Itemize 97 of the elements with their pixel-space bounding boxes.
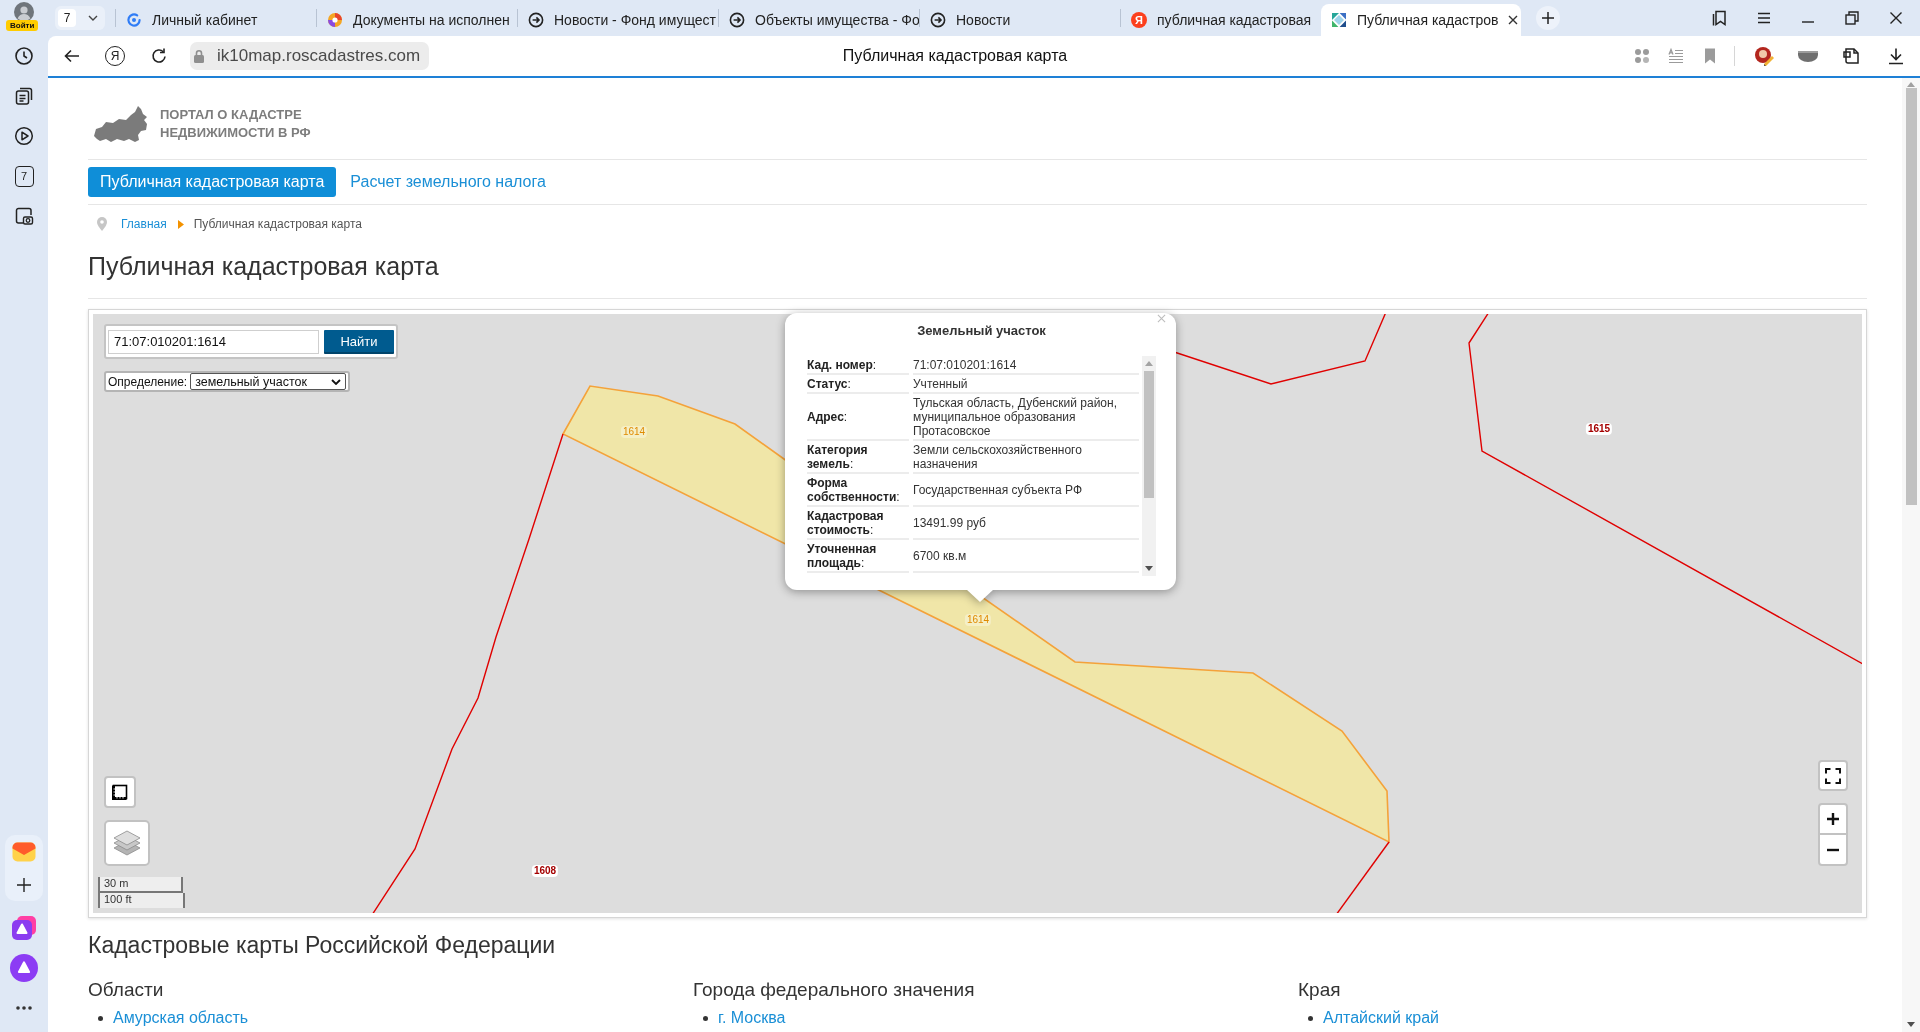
browser-tab[interactable]: Личный кабинет [116, 4, 316, 36]
region-link[interactable]: Амурская область [113, 1008, 249, 1028]
field-label: Статус: [807, 375, 909, 394]
triangle-right-icon [177, 219, 184, 229]
reader-icon[interactable] [1667, 47, 1685, 65]
app-icon[interactable] [11, 915, 37, 941]
arrow-circle-icon [528, 12, 544, 28]
fullscreen-button[interactable] [1818, 760, 1848, 791]
field-label: Адрес: [807, 394, 909, 441]
letter-circle-icon: Я [1131, 12, 1147, 28]
browser-tab[interactable]: Я публичная кадастровая [1121, 4, 1321, 36]
restore-icon[interactable] [1843, 9, 1861, 27]
scale-bar: 100 ft [98, 893, 185, 908]
plus-icon [1827, 813, 1839, 825]
arrow-circle-icon [729, 12, 745, 28]
colored-ball-icon [327, 12, 343, 28]
field-value: 71:07:010201:1614 [913, 356, 1139, 375]
dots-icon[interactable] [1633, 47, 1651, 65]
field-label: Кад. номер: [807, 356, 909, 375]
browser-tab[interactable]: Новости [920, 4, 1120, 36]
definition-select[interactable]: земельный участок [190, 373, 347, 390]
field-label: Форма собственности: [807, 474, 909, 507]
scrollbar-thumb[interactable] [1144, 371, 1154, 498]
lock-icon [193, 49, 205, 63]
breadcrumb-current: Публичная кадастровая карта [193, 217, 362, 231]
cards-icon[interactable] [14, 86, 34, 106]
zoom-out-button[interactable] [1818, 834, 1848, 866]
region-link[interactable]: г. Москва [718, 1008, 786, 1028]
circular-arrow-icon [126, 12, 142, 28]
address-field[interactable]: ik10map.roscadastres.com [190, 42, 430, 70]
scrollbar-thumb[interactable] [1905, 88, 1917, 505]
field-value: Земли сельскохозяйственного назначения [913, 441, 1139, 474]
reload-icon[interactable] [149, 46, 169, 66]
field-value: 6700 кв.м [913, 540, 1139, 573]
nav-tab[interactable]: Расчет земельного налога [338, 167, 558, 197]
download-icon[interactable] [1886, 46, 1906, 66]
arrow-down-icon[interactable] [1907, 1022, 1915, 1027]
chevron-down-icon [88, 15, 98, 21]
scale-bar: 30 m [98, 877, 183, 893]
field-value: 13491.99 руб [913, 507, 1139, 540]
pin-icon [97, 217, 107, 231]
scrollbar[interactable] [1142, 356, 1156, 576]
group-heading: Края [1298, 978, 1342, 1002]
bullet-icon [703, 1015, 708, 1021]
browser-tab[interactable]: Объекты имущества - Фо [719, 4, 919, 36]
new-tab-button[interactable] [1536, 6, 1560, 30]
group-heading: Города федерального значения [693, 978, 976, 1002]
calendar-icon[interactable]: 7 [14, 165, 34, 187]
tiles-logo-icon [1331, 12, 1347, 28]
field-label: Категория земель: [807, 441, 909, 474]
region-link[interactable]: Алтайский край [1323, 1008, 1440, 1028]
measure-button[interactable] [104, 776, 136, 808]
browser-tab[interactable]: Документы на исполнен [317, 4, 517, 36]
parcel-label[interactable]: 1608 [531, 865, 559, 877]
zoom-in-button[interactable] [1818, 803, 1848, 835]
section-heading: Кадастровые карты Российской Федерации [88, 931, 557, 959]
bullet-icon [98, 1015, 103, 1021]
field-label: Кадастровая стоимость: [807, 507, 909, 540]
extension-icon[interactable] [1753, 45, 1775, 67]
camera-icon[interactable] [14, 206, 34, 226]
scrollbar[interactable] [1902, 78, 1920, 1032]
popup-pointer [966, 589, 994, 602]
browser-tab[interactable]: Публичная кадастров [1321, 4, 1521, 36]
arrow-circle-icon [930, 12, 946, 28]
parcel-label[interactable]: 1615 [1585, 423, 1613, 435]
breadcrumb-link[interactable]: Главная [121, 217, 167, 231]
search-field[interactable]: 71:07:010201:1614 [108, 329, 319, 354]
close-icon[interactable] [1508, 15, 1519, 25]
site-name[interactable]: ПОРТАЛ О КАДАСТРЕ НЕДВИЖИМОСТИ В РФ [160, 106, 335, 142]
popup-title: Земельный участок [916, 322, 1047, 340]
plus-icon[interactable] [16, 876, 32, 893]
triangle-circle-icon[interactable] [10, 954, 38, 982]
page-heading: Публичная кадастровая карта [88, 251, 440, 281]
login-button[interactable]: Войти [6, 20, 39, 31]
field-value: Учтенный [913, 375, 1139, 394]
bookmarks-icon[interactable] [1711, 9, 1729, 27]
nav-tab[interactable]: Публичная кадастровая карта [88, 167, 337, 197]
bullet-icon [1308, 1015, 1313, 1021]
plus-icon [1541, 11, 1555, 25]
group-heading: Области [88, 978, 165, 1002]
note-icon[interactable] [1842, 46, 1862, 66]
search-button[interactable]: Найти [324, 329, 394, 354]
field-value: Государственная субъекта РФ [913, 474, 1139, 507]
play-icon[interactable] [14, 126, 34, 146]
definition-label: Определение: [108, 374, 188, 389]
field-label: Уточненная площадь: [807, 540, 909, 573]
fullscreen-icon [1825, 767, 1841, 784]
layers-icon [112, 828, 142, 858]
ruler-square-icon [112, 784, 128, 800]
page-title: Публичная кадастровая карта [842, 47, 1068, 64]
arrow-down-icon[interactable] [1145, 566, 1153, 571]
field-value: Тульская область, Дубенский район, муниципальное образования Протасовское [913, 394, 1139, 441]
parcel-boundary [1335, 841, 1390, 913]
browser-tab[interactable]: Новости - Фонд имущест [518, 4, 718, 36]
tab-counter-button[interactable]: 7 [55, 6, 105, 30]
chevron-down-icon [331, 378, 342, 385]
history-icon[interactable] [14, 46, 34, 66]
